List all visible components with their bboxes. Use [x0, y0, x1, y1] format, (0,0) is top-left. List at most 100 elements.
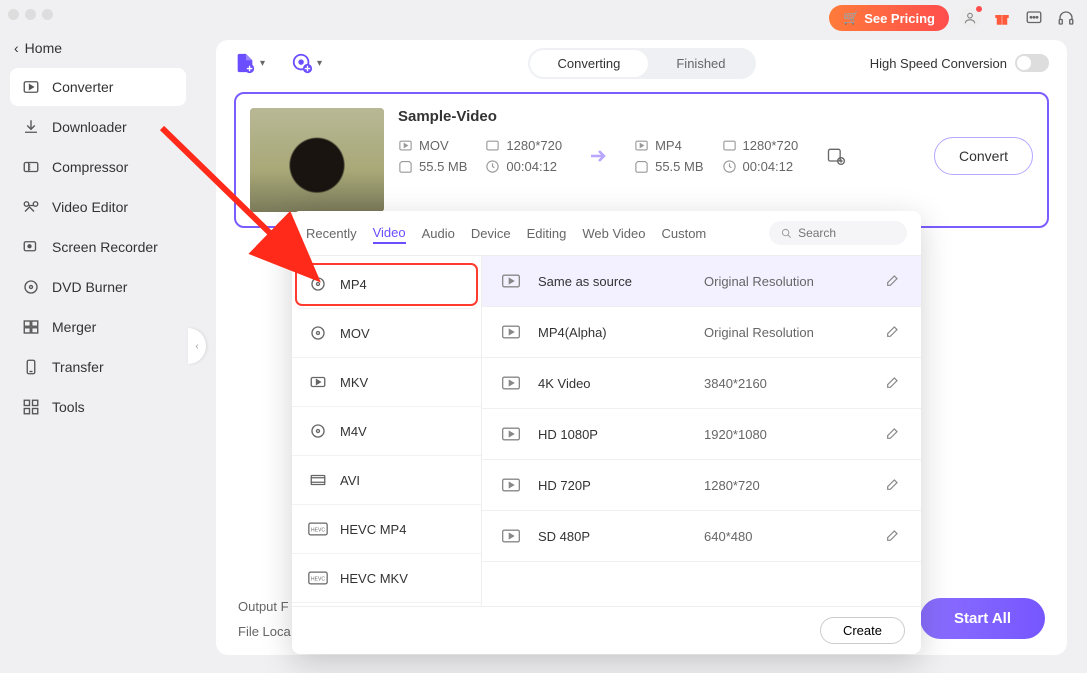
resolution-icon [485, 138, 500, 153]
nav-dvd-burner[interactable]: DVD Burner [10, 268, 186, 306]
preset-icon [500, 425, 522, 443]
format-mov[interactable]: MOV [292, 309, 481, 358]
output-settings-button[interactable] [820, 140, 852, 172]
edit-preset-icon[interactable] [885, 323, 903, 341]
maximize-window[interactable] [42, 9, 53, 20]
preset-480p[interactable]: SD 480P640*480 [482, 511, 921, 562]
chevron-down-icon: ▾ [317, 58, 322, 69]
close-window[interactable] [8, 9, 19, 20]
nav-label: DVD Burner [52, 279, 127, 295]
edit-preset-icon[interactable] [885, 425, 903, 443]
home-link[interactable]: ‹ Home [0, 32, 196, 64]
popup-tab-custom[interactable]: Custom [661, 224, 706, 243]
preset-icon [500, 527, 522, 545]
tools-icon [22, 398, 40, 416]
format-icon [308, 470, 328, 490]
nav-label: Transfer [52, 359, 104, 375]
start-all-button[interactable]: Start All [920, 598, 1045, 639]
edit-preset-icon[interactable] [885, 272, 903, 290]
nav-label: Downloader [52, 119, 127, 135]
format-search-input[interactable] [798, 226, 895, 240]
resolution-icon [722, 138, 737, 153]
nav-label: Video Editor [52, 199, 128, 215]
preset-720p[interactable]: HD 720P1280*720 [482, 460, 921, 511]
preset-icon [500, 323, 522, 341]
headset-icon[interactable] [1055, 7, 1077, 29]
panel-header: ▾ ▾ Converting Finished High Speed Conve… [216, 40, 1067, 86]
format-mp4[interactable]: MP4 [292, 260, 481, 309]
video-item-card[interactable]: Sample-Video MOV 1280*720 55.5 MB 00:04:… [234, 92, 1049, 228]
preset-icon [500, 272, 522, 290]
search-icon [781, 227, 792, 240]
dvd-icon [22, 278, 40, 296]
tab-finished[interactable]: Finished [648, 50, 753, 77]
merger-icon [22, 318, 40, 336]
preset-mp4-alpha[interactable]: MP4(Alpha)Original Resolution [482, 307, 921, 358]
popup-tab-audio[interactable]: Audio [422, 224, 455, 243]
nav-video-editor[interactable]: Video Editor [10, 188, 186, 226]
convert-button[interactable]: Convert [934, 137, 1033, 175]
nav-merger[interactable]: Merger [10, 308, 186, 346]
popup-tab-device[interactable]: Device [471, 224, 511, 243]
video-thumbnail[interactable] [250, 108, 384, 212]
format-icon: HEVC [308, 568, 328, 588]
format-m4v[interactable]: M4V [292, 407, 481, 456]
nav-label: Screen Recorder [52, 239, 158, 255]
popup-tab-video[interactable]: Video [373, 223, 406, 244]
popup-tabs: Recently Video Audio Device Editing Web … [292, 211, 921, 256]
pricing-label: See Pricing [864, 11, 935, 26]
popup-tab-webvideo[interactable]: Web Video [582, 224, 645, 243]
format-search-box[interactable] [769, 221, 907, 245]
format-icon [308, 274, 328, 294]
nav-compressor[interactable]: Compressor [10, 148, 186, 186]
target-meta: MP4 1280*720 55.5 MB 00:04:12 [634, 138, 798, 174]
create-preset-button[interactable]: Create [820, 617, 905, 644]
download-icon [22, 118, 40, 136]
notification-dot [976, 6, 982, 12]
popup-footer: Create [292, 606, 921, 654]
nav-screen-recorder[interactable]: Screen Recorder [10, 228, 186, 266]
format-icon: HEVC [308, 519, 328, 539]
nav-converter[interactable]: Converter [10, 68, 186, 106]
converter-icon [22, 78, 40, 96]
chevron-down-icon: ▾ [260, 58, 265, 69]
minimize-window[interactable] [25, 9, 36, 20]
edit-preset-icon[interactable] [885, 527, 903, 545]
preset-4k[interactable]: 4K Video3840*2160 [482, 358, 921, 409]
popup-tab-editing[interactable]: Editing [527, 224, 567, 243]
preset-same-as-source[interactable]: Same as sourceOriginal Resolution [482, 256, 921, 307]
format-avi[interactable]: AVI [292, 456, 481, 505]
nav-tools[interactable]: Tools [10, 388, 186, 426]
cart-icon: 🛒 [843, 10, 859, 26]
account-icon[interactable] [959, 7, 981, 29]
filesize-icon [634, 159, 649, 174]
speed-conversion-label: High Speed Conversion [870, 56, 1007, 71]
popup-tab-recently[interactable]: Recently [306, 224, 357, 243]
preset-1080p[interactable]: HD 1080P1920*1080 [482, 409, 921, 460]
format-hevc-mp4[interactable]: HEVCHEVC MP4 [292, 505, 481, 554]
tab-converting[interactable]: Converting [529, 50, 648, 77]
svg-text:HEVC: HEVC [311, 528, 325, 534]
svg-text:HEVC: HEVC [311, 577, 325, 583]
format-icon [308, 372, 328, 392]
format-picker-popup: Recently Video Audio Device Editing Web … [292, 211, 921, 654]
edit-preset-icon[interactable] [885, 374, 903, 392]
gift-icon[interactable] [991, 7, 1013, 29]
preset-list: Same as sourceOriginal Resolution MP4(Al… [482, 256, 921, 606]
nav-label: Compressor [52, 159, 128, 175]
format-hevc-mkv[interactable]: HEVCHEVC MKV [292, 554, 481, 603]
nav-transfer[interactable]: Transfer [10, 348, 186, 386]
add-file-button[interactable]: ▾ [234, 52, 265, 74]
add-disc-icon [291, 52, 313, 74]
chevron-left-icon: ‹ [14, 40, 19, 56]
recorder-icon [22, 238, 40, 256]
format-icon [308, 421, 328, 441]
add-disc-button[interactable]: ▾ [291, 52, 322, 74]
edit-preset-icon[interactable] [885, 476, 903, 494]
preset-icon [500, 476, 522, 494]
nav-downloader[interactable]: Downloader [10, 108, 186, 146]
video-format-icon [634, 138, 649, 153]
chat-icon[interactable] [1023, 7, 1045, 29]
format-mkv[interactable]: MKV [292, 358, 481, 407]
speed-toggle[interactable] [1015, 54, 1049, 72]
